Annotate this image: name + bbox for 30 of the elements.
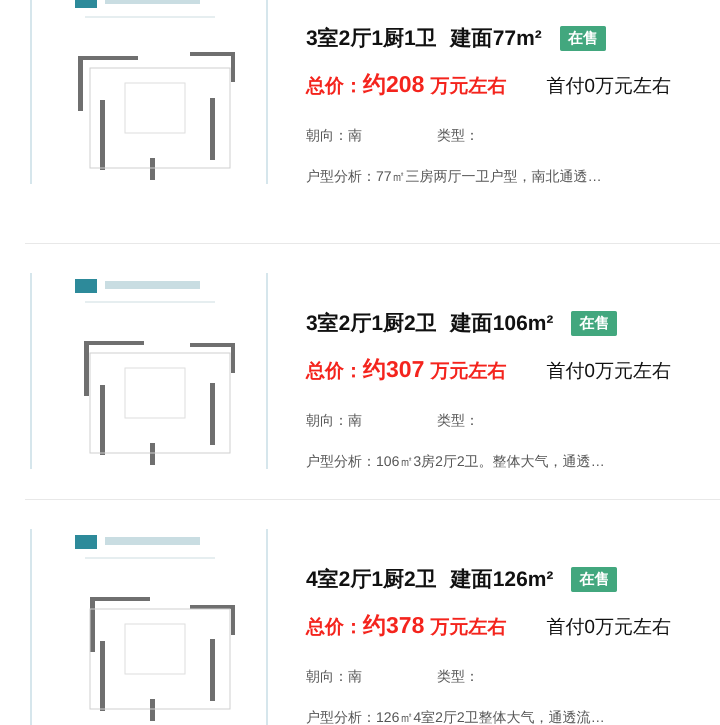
total-price: 约378 [363,610,424,640]
layout-analysis: 户型分析：77㎡三房两厅一卫户型，南北通透… [306,167,603,186]
layout-title: 3室2厅1厨1卫 [306,26,437,52]
layout-title: 3室2厅1厨2卫 [306,310,437,337]
down-payment: 首付0万元左右 [546,74,671,98]
total-price: 约208 [363,70,424,98]
layout-analysis: 户型分析：106㎡3房2厅2卫。整体大气，通透… [306,452,606,471]
status-tag: 在售 [560,26,606,52]
price-unit: 万元左右 [430,74,506,98]
layout-analysis: 户型分析：126㎡4室2厅2卫整体大气，通透流… [306,708,606,725]
area-title: 建面106m² [450,311,554,337]
price-label: 总价： [306,360,363,384]
orientation-text: 朝向：南 [306,411,363,430]
down-payment: 首付0万元左右 [546,616,671,640]
layout-title: 4室2厅1厨2卫 [306,566,437,593]
area-title: 建面126m² [450,567,554,593]
type-label: 类型： [437,411,479,430]
type-label: 类型： [437,126,479,145]
type-label: 类型： [437,667,479,686]
orientation-text: 朝向：南 [306,126,363,145]
status-tag: 在售 [571,311,618,336]
price-label: 总价： [306,76,363,98]
down-payment: 首付0万元左右 [546,360,671,384]
price-label: 总价： [306,616,363,640]
price-unit: 万元左右 [430,360,506,384]
area-title: 建面77m² [450,26,542,52]
orientation-text: 朝向：南 [306,667,363,686]
total-price: 约307 [363,354,424,384]
price-unit: 万元左右 [430,616,506,640]
status-tag: 在售 [571,567,618,592]
